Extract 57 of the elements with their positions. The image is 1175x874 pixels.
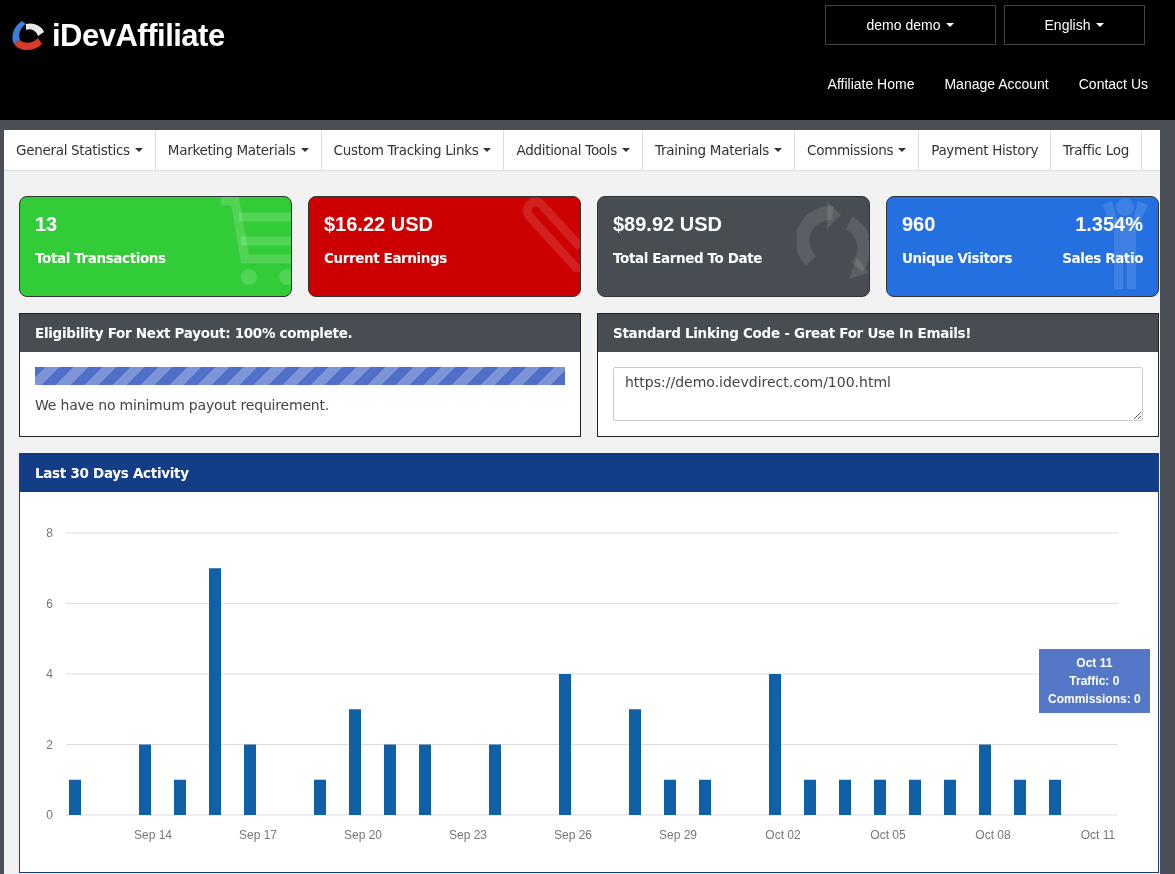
stat-label: Total Transactions: [35, 250, 166, 266]
panel-header: Eligibility For Next Payout: 100% complete.: [20, 314, 580, 352]
tooltip-text: Commissions: 0: [1048, 691, 1141, 708]
bar: [314, 779, 326, 815]
header-link[interactable]: Affiliate Home: [812, 76, 930, 92]
bar: [804, 779, 816, 815]
stat-label: Current Earnings: [324, 250, 447, 266]
stat-value: 1.354%: [1075, 213, 1143, 236]
axis-label: 0: [46, 808, 53, 822]
stat-value: 960: [902, 213, 936, 236]
bar: [384, 744, 396, 815]
bar: [69, 779, 81, 815]
bar: [1049, 779, 1061, 815]
axis-label: Oct 11: [1080, 828, 1116, 842]
axis-label: Sep 14: [134, 828, 172, 842]
axis-label: 6: [46, 596, 53, 611]
axis-label: 8: [46, 526, 53, 540]
panel-header: Last 30 Days Activity: [20, 454, 1158, 492]
stat-label: Unique Visitors: [902, 250, 1013, 266]
bar: [489, 744, 501, 815]
bar: [839, 779, 851, 815]
axis-label: Oct 05: [870, 828, 906, 842]
bar: [874, 779, 886, 815]
payout-note: We have no minimum payout requirement.: [35, 397, 331, 413]
bar: [944, 779, 956, 815]
header-link[interactable]: Contact Us: [1063, 76, 1163, 92]
bar: [979, 744, 991, 815]
axis-label: Sep 17: [239, 828, 277, 842]
tooltip-title: Oct 11: [1075, 655, 1114, 672]
logo-text: iDevAffiliate: [52, 18, 225, 54]
stat-label: Sales Ratio: [1062, 250, 1143, 266]
axis-label: 4: [46, 667, 53, 681]
axis-label: Sep 26: [554, 828, 592, 842]
panel-header: Standard Linking Code - Great For Use In Emails!: [598, 314, 1158, 352]
stat-label: Total Earned To Date: [613, 250, 763, 266]
dropdown-button[interactable]: English: [1004, 5, 1145, 45]
bar: [1014, 779, 1026, 815]
axis-label: Sep 23: [449, 828, 487, 842]
stat-value: $16.22 USD: [324, 213, 433, 236]
stat-value: 13: [35, 213, 58, 236]
bar: [244, 744, 256, 815]
tooltip-text: Traffic: 0: [1068, 673, 1121, 690]
axis-label: Sep 20: [344, 828, 382, 842]
bar: [419, 744, 431, 815]
bar: [699, 779, 711, 815]
bar: [174, 779, 186, 815]
axis-label: Oct 08: [975, 828, 1011, 842]
bar: [664, 779, 676, 815]
bar: [909, 779, 921, 815]
stat-value: $89.92 USD: [613, 213, 722, 236]
header-link[interactable]: Manage Account: [929, 76, 1064, 92]
axis-label: Oct 02: [765, 828, 801, 842]
bar: [139, 744, 151, 815]
dropdown-button[interactable]: demo demo: [825, 5, 996, 45]
link-code-field[interactable]: https://demo.idevdirect.com/100.html: [613, 367, 1143, 421]
axis-label: 2: [46, 737, 53, 752]
axis-label: Sep 29: [659, 828, 697, 842]
